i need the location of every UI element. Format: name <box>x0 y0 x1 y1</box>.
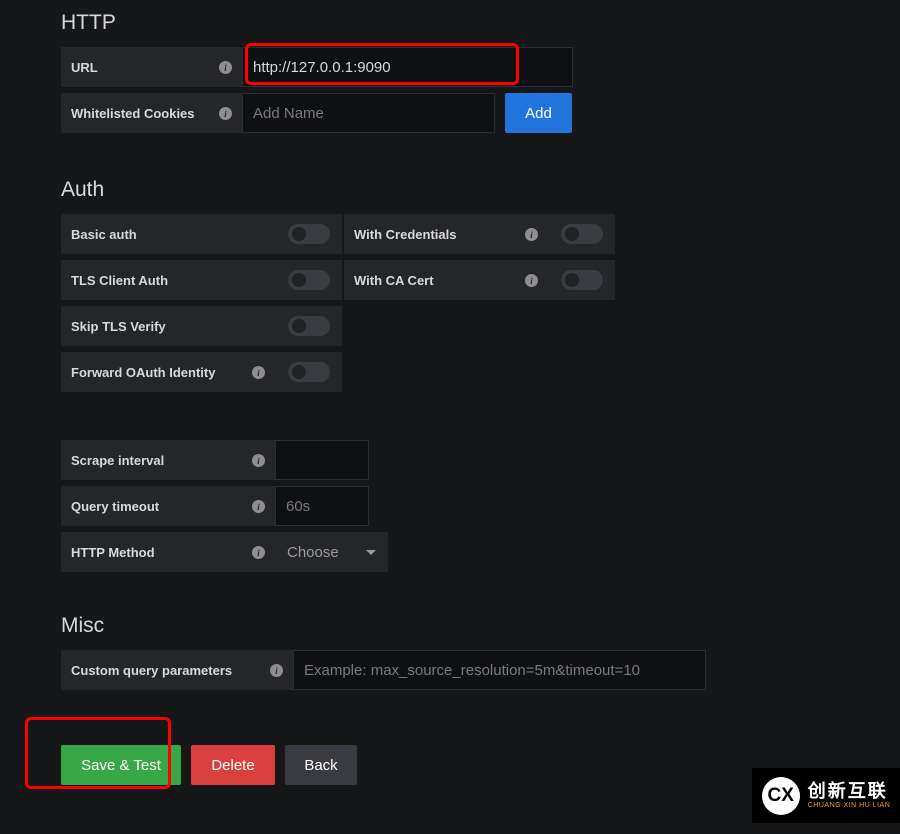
watermark-line1: 创新互联 <box>808 782 891 802</box>
tls-client-auth-toggle[interactable] <box>288 270 330 290</box>
info-icon[interactable]: i <box>219 107 232 120</box>
info-icon[interactable]: i <box>252 366 265 379</box>
url-input[interactable] <box>242 47 573 87</box>
forward-oauth-label: Forward OAuth Identity i <box>61 352 275 392</box>
info-icon[interactable]: i <box>270 664 283 677</box>
delete-button[interactable]: Delete <box>191 745 275 785</box>
info-icon[interactable]: i <box>252 500 265 513</box>
add-button[interactable]: Add <box>505 93 572 133</box>
custom-params-label: Custom query parameters i <box>61 650 293 690</box>
http-method-label: HTTP Method i <box>61 532 275 572</box>
with-ca-cert-label: With CA Cert i <box>344 260 548 300</box>
basic-auth-toggle[interactable] <box>288 224 330 244</box>
with-credentials-toggle[interactable] <box>561 224 603 244</box>
http-section-title: HTTP <box>61 11 900 35</box>
misc-section-title: Misc <box>61 614 900 638</box>
url-label: URL i <box>61 47 242 87</box>
auth-section-title: Auth <box>61 178 900 202</box>
forward-oauth-toggle[interactable] <box>288 362 330 382</box>
skip-tls-verify-label: Skip TLS Verify <box>61 306 275 346</box>
info-icon[interactable]: i <box>252 454 265 467</box>
basic-auth-label: Basic auth <box>61 214 275 254</box>
tls-client-auth-label: TLS Client Auth <box>61 260 275 300</box>
info-icon[interactable]: i <box>252 546 265 559</box>
info-icon[interactable]: i <box>525 228 538 241</box>
info-icon[interactable]: i <box>219 61 232 74</box>
skip-tls-verify-toggle[interactable] <box>288 316 330 336</box>
query-timeout-input[interactable] <box>275 486 369 526</box>
watermark-line2: CHUANG XIN HU LIAN <box>808 802 891 810</box>
save-test-button[interactable]: Save & Test <box>61 745 181 785</box>
query-timeout-label: Query timeout i <box>61 486 275 526</box>
cookies-input[interactable] <box>242 93 495 133</box>
with-ca-cert-toggle[interactable] <box>561 270 603 290</box>
scrape-interval-label: Scrape interval i <box>61 440 275 480</box>
watermark: CX 创新互联 CHUANG XIN HU LIAN <box>752 768 900 823</box>
custom-params-input[interactable] <box>293 650 706 690</box>
scrape-interval-input[interactable] <box>275 440 369 480</box>
cookies-label: Whitelisted Cookies i <box>61 93 242 133</box>
back-button[interactable]: Back <box>285 745 357 785</box>
http-method-select[interactable]: Choose <box>275 532 388 572</box>
watermark-logo-icon: CX <box>762 777 800 815</box>
info-icon[interactable]: i <box>525 274 538 287</box>
chevron-down-icon <box>366 550 376 555</box>
with-credentials-label: With Credentials i <box>344 214 548 254</box>
